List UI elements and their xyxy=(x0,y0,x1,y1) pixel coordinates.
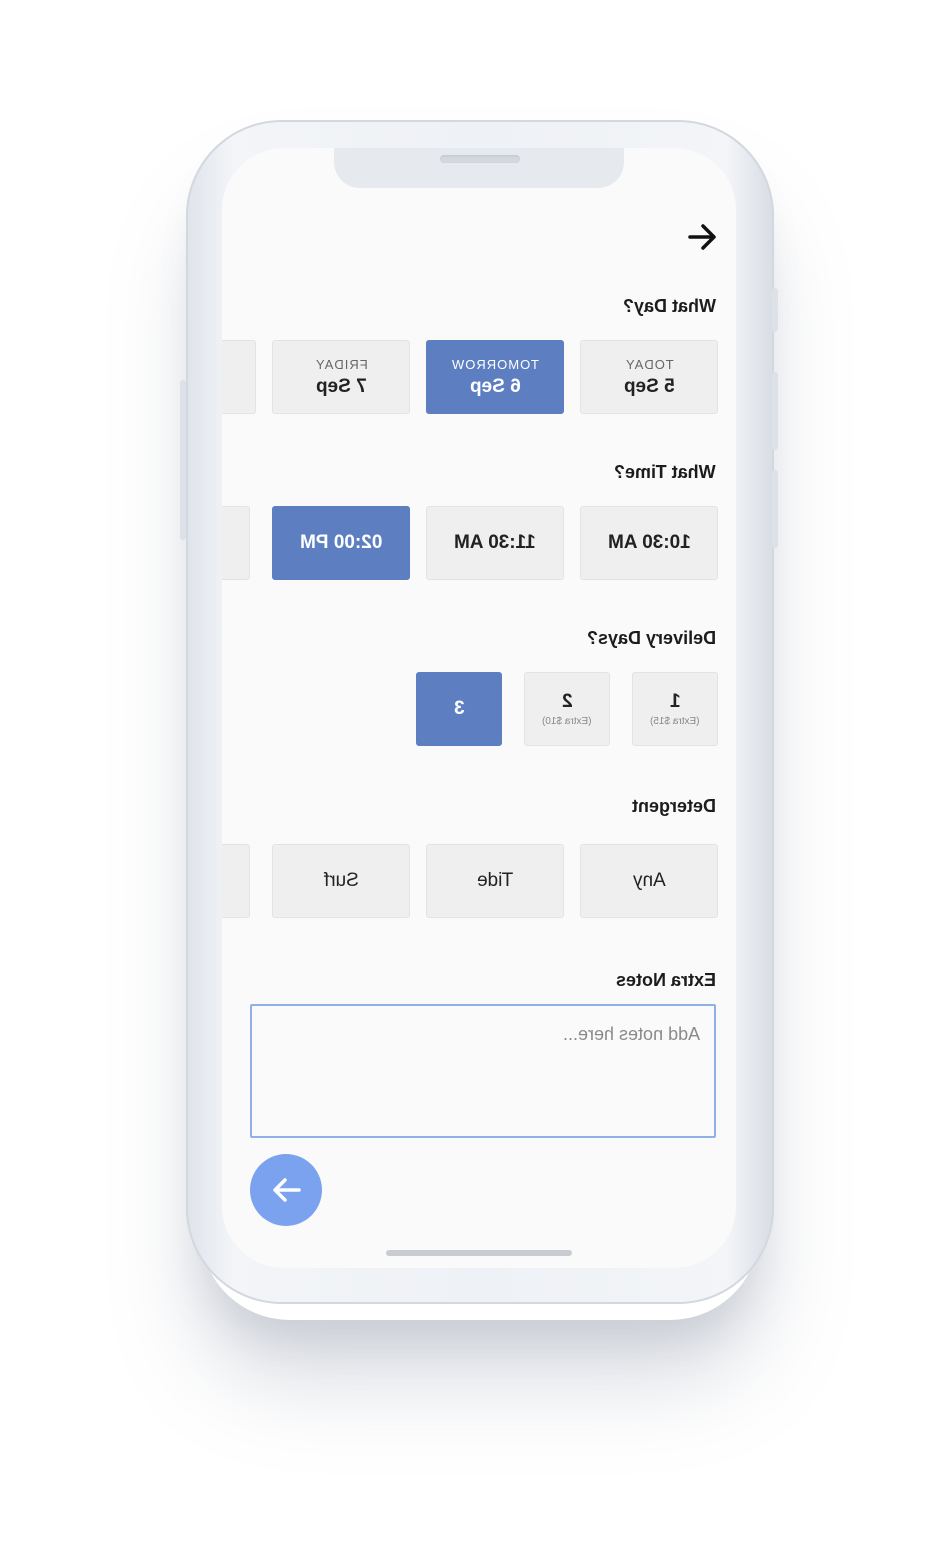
time-option-partial[interactable]: 0 xyxy=(222,506,250,580)
day-option-weekday: FRIDAY xyxy=(314,356,368,372)
time-option-selected[interactable]: 02:00 PM xyxy=(272,506,410,580)
phone-screen: What Day? TODAY 5 Sep TOMORROW 6 Sep FRI… xyxy=(222,148,736,1268)
detergent-option-label: Surf xyxy=(323,870,359,891)
delivery-option-3[interactable]: 3 xyxy=(416,672,502,746)
delivery-days-label: Delivery Days? xyxy=(586,628,716,648)
what-time-label: What Time? xyxy=(614,462,716,482)
delivery-option-1[interactable]: 1 (Extra $15) xyxy=(632,672,718,746)
day-option-partial[interactable] xyxy=(222,340,256,414)
detergent-option-partial[interactable] xyxy=(222,844,250,918)
extra-notes-textarea[interactable]: Add notes here... xyxy=(250,1004,716,1138)
day-option-weekday: TODAY xyxy=(624,356,674,372)
detergent-option-label: Any xyxy=(632,870,666,891)
day-option-friday[interactable]: FRIDAY 7 Sep xyxy=(272,340,410,414)
detergent-label: Detergent xyxy=(631,796,716,816)
what-day-row: TODAY 5 Sep TOMORROW 6 Sep FRIDAY 7 Sep xyxy=(222,340,736,416)
day-option-today[interactable]: TODAY 5 Sep xyxy=(580,340,718,414)
what-day-label: What Day? xyxy=(622,296,716,316)
delivery-option-number: 3 xyxy=(453,698,465,719)
detergent-option-label: Tide xyxy=(476,870,514,891)
delivery-days-row: 1 (Extra $15) 2 (Extra $10) 3 xyxy=(222,672,736,748)
side-button xyxy=(772,470,778,548)
time-option-label: 10:30 AM xyxy=(607,532,691,553)
side-button xyxy=(180,380,186,540)
day-option-weekday: TOMORROW xyxy=(451,356,539,372)
speaker xyxy=(440,155,520,163)
extra-notes-label: Extra Notes xyxy=(615,970,716,990)
side-button xyxy=(772,288,778,332)
detergent-row: Any Tide Surf xyxy=(222,844,736,920)
day-option-tomorrow[interactable]: TOMORROW 6 Sep xyxy=(426,340,564,414)
day-option-date: 6 Sep xyxy=(469,375,521,397)
back-button[interactable] xyxy=(250,1154,322,1226)
time-option-label: 02:00 PM xyxy=(299,532,383,553)
arrow-left-icon xyxy=(273,1178,301,1202)
home-indicator xyxy=(386,1250,572,1256)
delivery-option-2[interactable]: 2 (Extra $10) xyxy=(524,672,610,746)
notes-placeholder: Add notes here... xyxy=(562,1024,700,1044)
delivery-option-extra: (Extra $10) xyxy=(542,716,592,727)
detergent-option-surf[interactable]: Surf xyxy=(272,844,410,918)
day-option-date: 7 Sep xyxy=(315,375,367,397)
time-option[interactable]: 11:30 AM xyxy=(426,506,564,580)
side-button xyxy=(772,372,778,450)
day-option-date: 5 Sep xyxy=(623,375,675,397)
notch xyxy=(334,148,624,188)
time-option[interactable]: 10:30 AM xyxy=(580,506,718,580)
delivery-option-number: 2 xyxy=(561,691,573,712)
delivery-option-number: 1 xyxy=(669,691,681,712)
time-option-label: 11:30 AM xyxy=(454,532,536,553)
arrow-right-icon[interactable] xyxy=(688,224,718,250)
what-time-row: 10:30 AM 11:30 AM 02:00 PM 0 xyxy=(222,506,736,582)
detergent-option-tide[interactable]: Tide xyxy=(426,844,564,918)
delivery-option-extra: (Extra $15) xyxy=(650,716,700,727)
detergent-option-any[interactable]: Any xyxy=(580,844,718,918)
